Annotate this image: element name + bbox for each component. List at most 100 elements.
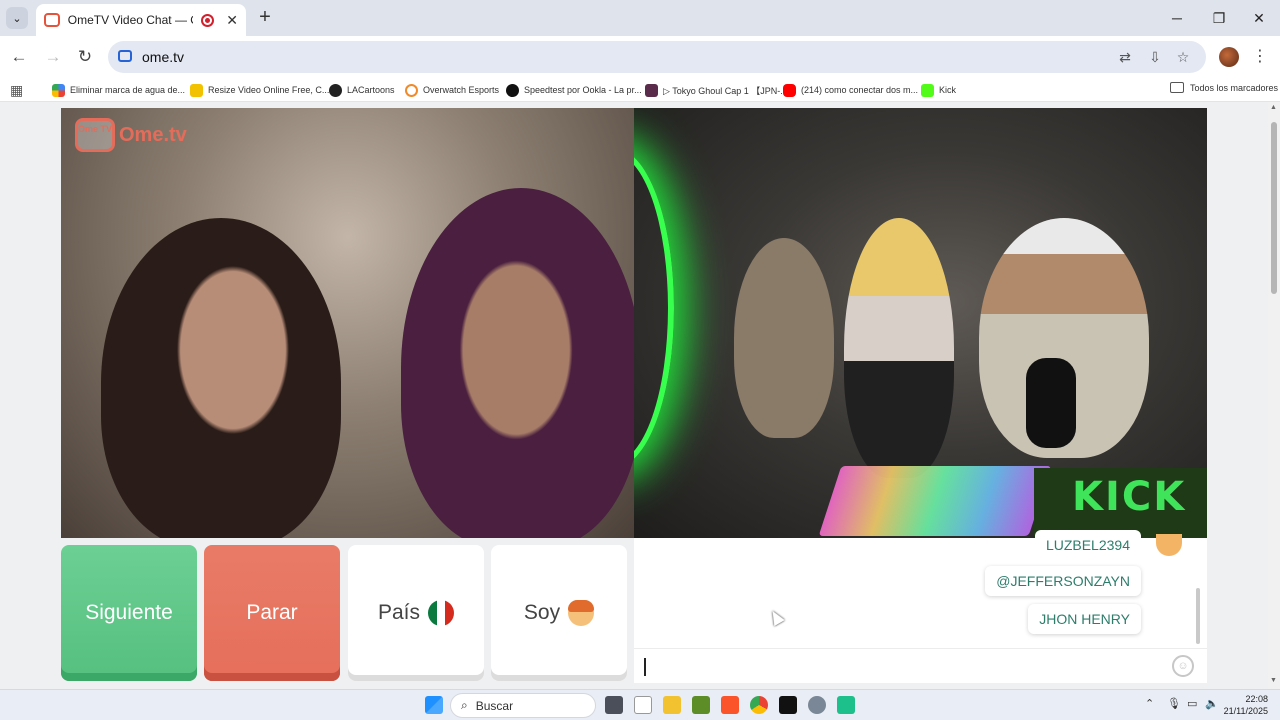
speedtest-icon [506,83,519,97]
all-bookmarks[interactable]: Todos los marcadores [1170,82,1278,93]
google-icon [52,83,65,97]
stop-button[interactable]: Parar [204,545,340,681]
microphone-icon [1026,358,1076,448]
resize-icon [190,83,203,97]
local-video-feed [61,108,634,538]
install-app-icon[interactable]: ⇩ [1146,48,1164,66]
page-scrollbar[interactable]: ▲ ▼ [1268,102,1280,689]
maximize-button[interactable]: ❐ [1198,0,1240,36]
tiktok-icon[interactable] [779,696,797,714]
taskbar-search-label: Buscar [475,698,514,713]
youtube-icon [783,83,796,97]
volume-icon[interactable]: 🔈 [1205,697,1219,710]
overwatch-icon [405,83,418,97]
chrome-icon[interactable] [750,696,768,714]
country-button-label: País [377,601,421,624]
scrollbar-thumb[interactable] [1271,122,1277,294]
tab-search-button[interactable]: ⌄ [6,7,28,29]
folder-icon [1170,82,1184,93]
logo-text: Ome.tv [119,123,187,146]
settings-icon[interactable] [808,696,826,714]
windows-taskbar: ⌕ Buscar ⌃ 🎙 ▭ 🔈 22:08 21/11/2025 [0,689,1280,720]
browser-tab-ometv[interactable]: OmeTV Video Chat — Omegle Rand ✕ [36,4,246,36]
browser-tab-strip: ⌄ OmeTV Video Chat — Omegle Rand ✕ + ─ ❐… [0,0,1280,36]
bookmark-item[interactable]: Overwatch Esports [405,82,499,98]
bookmark-item[interactable]: (214) como conectar dos m... [783,82,918,98]
stop-button-label: Parar [246,601,298,624]
bookmark-item[interactable]: Speedtest por Ookla - La pr... [506,82,642,98]
bookmark-item[interactable]: LACartoons [329,82,395,98]
person-silhouette [734,238,834,438]
bookmark-star-icon[interactable]: ☆ [1174,48,1192,66]
scroll-down-icon[interactable]: ▼ [1270,677,1277,684]
ometv-logo[interactable]: Ome TV Ome.tv [75,118,187,152]
gender-button-label: Soy [523,601,561,624]
next-button[interactable]: Siguiente [61,545,197,681]
stranger-avatar-icon [1156,534,1182,556]
system-clock[interactable]: 22:08 21/11/2025 [1222,693,1268,717]
minimize-button[interactable]: ─ [1156,0,1198,36]
chat-panel: LUZBEL2394 @JEFFERSONZAYN JHON HENRY ☺ [634,530,1207,683]
close-window-button[interactable]: ✕ [1238,0,1280,36]
tab-title: OmeTV Video Chat — Omegle Rand [67,13,194,27]
profile-avatar[interactable] [1219,47,1239,67]
bookmark-label: Kick [939,85,957,95]
text-caret [644,658,646,676]
url-text[interactable]: ome.tv [142,49,184,65]
next-button-label: Siguiente [85,601,173,624]
bookmark-item[interactable]: ▷ Tokyo Ghoul Cap 1 【JPN-... [645,82,788,98]
scroll-up-icon[interactable]: ▲ [1270,104,1277,111]
bookmark-item[interactable]: Resize Video Online Free, C... [190,82,329,98]
bookmark-item[interactable]: Kick [921,82,956,98]
kick-mousepad: KICK [1034,468,1207,538]
emoji-picker-icon[interactable]: ☺ [1172,655,1194,677]
apps-grid-icon[interactable]: ▦ [10,82,23,99]
task-view-icon[interactable] [605,696,623,714]
windows-start-icon[interactable] [425,696,443,714]
bookmarks-bar: ▦ Eliminar marca de agua de... Resize Vi… [0,78,1280,102]
person-silhouette [101,218,341,538]
gender-button[interactable]: Soy [491,545,627,681]
translate-icon[interactable]: ⇄ [1116,48,1134,66]
bookmark-label: LACartoons [347,85,395,95]
bookmark-label: Eliminar marca de agua de... [70,85,186,95]
nvidia-icon[interactable] [692,696,710,714]
bookmark-label: (214) como conectar dos m... [801,85,919,95]
mexico-flag-icon [428,600,455,626]
bookmark-label: Speedtest por Ookla - La pr... [524,85,642,95]
brave-icon[interactable] [721,696,739,714]
file-explorer-icon[interactable] [663,696,681,714]
country-button[interactable]: País [348,545,484,681]
rgb-keyboard [818,466,1052,536]
tab-close-icon[interactable]: ✕ [226,12,238,29]
chat-message: LUZBEL2394 [1034,530,1141,560]
chat-message: JHON HENRY [1028,604,1141,634]
chat-input[interactable]: ☺ [634,648,1207,683]
tv-logo-icon: Ome TV [75,118,115,152]
forward-arrow-icon[interactable]: → [40,44,66,70]
tokyo-ghoul-icon [645,83,658,97]
microphone-tray-icon[interactable]: 🎙 [1167,697,1181,710]
browser-toolbar: ← → ↻ ome.tv ⇄ ⇩ ☆ ⋮ [0,36,1280,78]
back-arrow-icon[interactable]: ← [6,44,32,70]
taskbar-search[interactable]: ⌕ Buscar [450,693,596,718]
address-bar[interactable]: ome.tv ⇄ ⇩ ☆ [108,41,1206,73]
bookmark-label: ▷ Tokyo Ghoul Cap 1 【JPN-... [663,85,788,96]
remote-video-feed: KICK [634,108,1207,538]
kick-icon [921,83,934,97]
new-tab-button[interactable]: + [254,6,276,28]
globe-icon [329,83,342,97]
bookmark-item[interactable]: Eliminar marca de agua de... [52,82,185,98]
reload-icon[interactable]: ↻ [72,44,98,70]
person-silhouette [844,218,954,478]
chat-scrollbar[interactable] [1196,588,1200,644]
person-silhouette [401,188,634,538]
clock-date: 21/11/2025 [1223,706,1268,716]
network-icon[interactable]: ▭ [1187,697,1197,710]
menu-kebab-icon[interactable]: ⋮ [1252,46,1268,66]
store-icon[interactable] [634,696,652,714]
discord-icon[interactable] [837,696,855,714]
site-camera-icon[interactable] [118,50,132,62]
clock-time: 22:08 [1245,694,1268,704]
show-hidden-icons-icon[interactable]: ⌃ [1145,697,1154,710]
